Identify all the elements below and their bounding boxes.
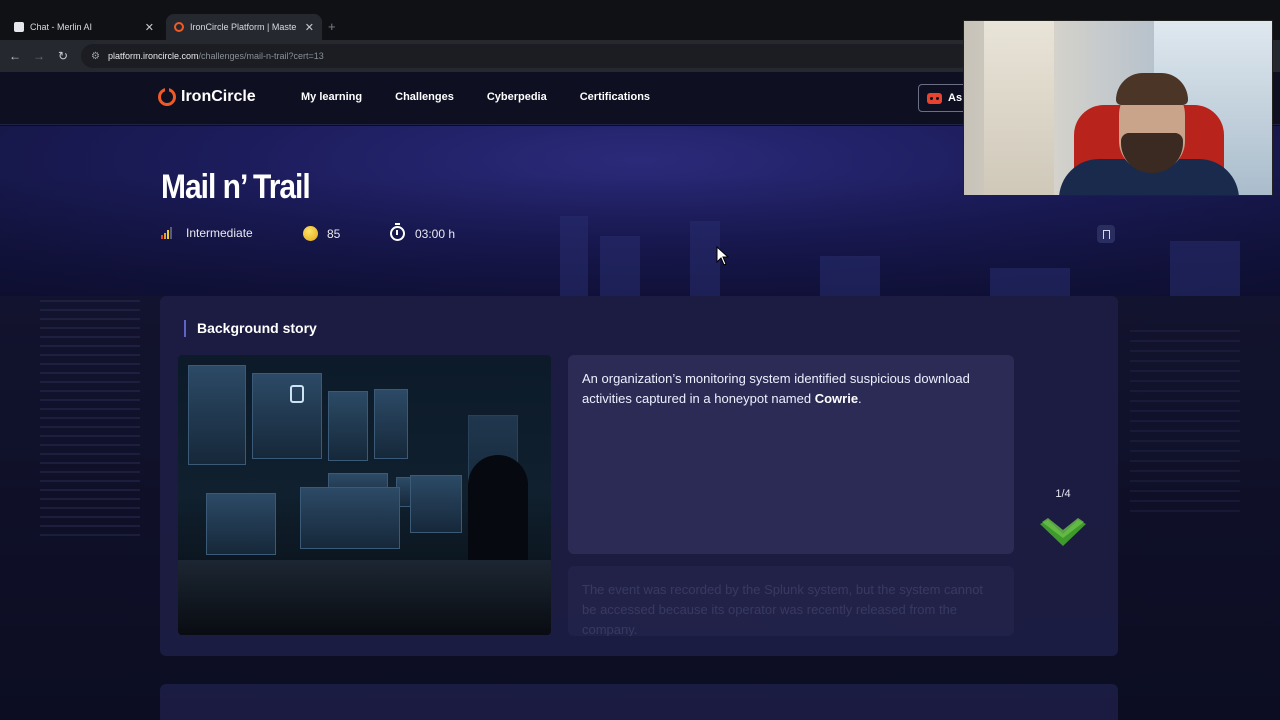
story-pager: 1/4 [1055, 488, 1071, 500]
ironcircle-logo[interactable]: IronCircle [158, 87, 256, 106]
bookmark-button[interactable] [1097, 225, 1115, 243]
duration-value: 03:00 h [415, 226, 456, 241]
nav-cyberpedia[interactable]: Cyberpedia [487, 91, 547, 103]
background-story-heading: Background story [184, 320, 317, 337]
story-card-active: An organization’s monitoring system iden… [568, 355, 1014, 554]
building-shape [560, 216, 588, 296]
robot-icon [927, 92, 942, 104]
tab-title: Chat - Merlin AI [30, 22, 93, 32]
forward-icon[interactable]: → [27, 49, 51, 63]
reload-icon[interactable]: ↻ [51, 49, 75, 63]
monitor-shape [374, 389, 408, 459]
chevron-down-icon[interactable] [1040, 516, 1086, 550]
story-text-end: . [858, 391, 862, 406]
story-text-faded: The event was recorded by the Splunk sys… [582, 582, 984, 636]
duration-meta: 03:00 h [390, 223, 456, 241]
challenge-title: Mail n’ Trail [161, 168, 311, 206]
story-card-next: The event was recorded by the Splunk sys… [568, 566, 1014, 636]
building-shape [600, 236, 640, 296]
nav-my-learning[interactable]: My learning [301, 91, 362, 103]
monitor-shape [410, 475, 462, 533]
building-shape [1170, 241, 1240, 296]
difficulty-label: Intermediate [186, 226, 253, 240]
desk-shape [178, 560, 551, 635]
hacker-control-room-image [178, 355, 551, 635]
points-value: 85 [327, 226, 341, 241]
nav-buttons: ← → ↻ [3, 49, 75, 63]
monitor-shape [328, 391, 368, 461]
lock-icon [290, 385, 304, 403]
person-hair [1116, 73, 1188, 105]
browser-tab-merlin[interactable]: Chat - Merlin AI ✕ [6, 14, 162, 40]
close-tab-icon[interactable]: ✕ [305, 21, 314, 34]
ironcircle-favicon-icon [174, 22, 184, 32]
main-nav: My learning Challenges Cyberpedia Certif… [301, 91, 650, 103]
wall-shape [984, 21, 1054, 195]
back-icon[interactable]: ← [3, 49, 27, 63]
decorative-building-left [40, 300, 140, 540]
tab-title: IronCircle Platform | Master yo [190, 22, 297, 32]
assistant-label: As [948, 92, 963, 104]
monitor-shape [300, 487, 400, 549]
mouse-cursor-icon [716, 246, 730, 266]
nav-certifications[interactable]: Certifications [580, 91, 650, 103]
webcam-overlay [963, 20, 1273, 196]
monitor-shape [252, 373, 322, 459]
stopwatch-icon [390, 223, 405, 241]
site-settings-icon[interactable]: ⚙ [91, 51, 100, 62]
monitor-shape [206, 493, 276, 555]
decorative-building-right [1130, 330, 1240, 520]
coin-icon [303, 226, 318, 241]
logo-text: IronCircle [181, 88, 256, 105]
url-host: platform.ironcircle.com [107, 51, 199, 61]
close-tab-icon[interactable]: ✕ [145, 21, 154, 34]
ironcircle-logo-icon [158, 87, 176, 106]
screen: Chat - Merlin AI ✕ IronCircle Platform |… [0, 0, 1280, 720]
building-shape [820, 256, 880, 296]
nav-challenges[interactable]: Challenges [395, 91, 454, 103]
points-meta: 85 [303, 226, 340, 241]
new-tab-icon[interactable]: + [328, 19, 336, 34]
story-text: An organization’s monitoring system iden… [582, 371, 970, 406]
merlin-favicon-icon [14, 22, 24, 32]
bookmark-icon [1102, 229, 1110, 239]
next-panel [160, 684, 1118, 720]
address-bar[interactable]: ⚙ platform.ironcircle.com/challenges/mai… [81, 44, 971, 68]
browser-tab-ironcircle[interactable]: IronCircle Platform | Master yo ✕ [166, 14, 322, 40]
difficulty-bars-icon [161, 227, 177, 239]
monitor-shape [188, 365, 246, 465]
difficulty-meta: Intermediate [161, 226, 253, 240]
url-path: /challenges/mail-n-trail?cert=13 [198, 51, 324, 61]
story-highlight: Cowrie [814, 391, 859, 406]
building-shape [990, 268, 1070, 296]
